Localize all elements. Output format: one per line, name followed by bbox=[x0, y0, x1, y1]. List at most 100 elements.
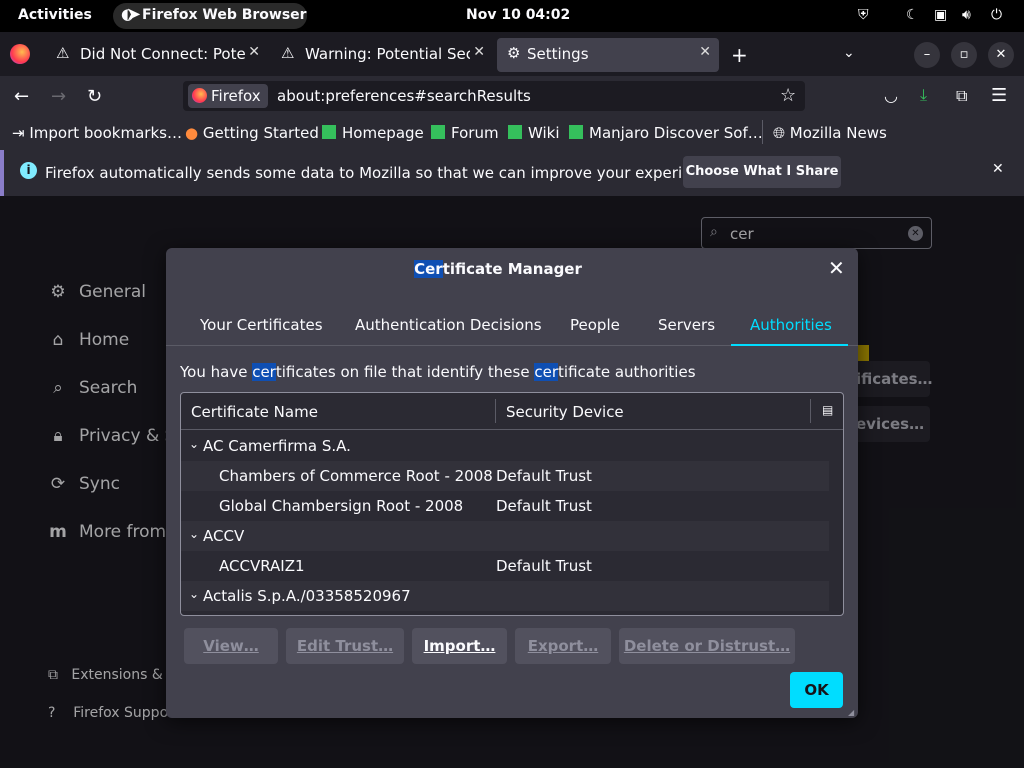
new-tab-icon[interactable]: + bbox=[731, 43, 748, 67]
extensions-icon[interactable]: ⧉ bbox=[956, 86, 967, 106]
authorities-description: You have certificates on file that ident… bbox=[180, 363, 696, 381]
column-separator bbox=[495, 399, 496, 423]
bookmark-separator bbox=[762, 120, 763, 144]
tree-row[interactable]: Chambers of Commerce Root - 2008 Default… bbox=[181, 461, 829, 491]
warning-icon: ⚠ bbox=[56, 44, 70, 62]
close-notification-icon[interactable]: ✕ bbox=[992, 161, 1004, 177]
chevron-down-icon[interactable]: ⌄ bbox=[189, 437, 199, 451]
volume-icon[interactable]: 🔊︎ bbox=[962, 7, 971, 23]
cert-name: ACCVRAIZ1 bbox=[219, 557, 305, 575]
desc-highlight: cer bbox=[252, 363, 276, 381]
resize-grip-icon[interactable]: ◢ bbox=[848, 708, 854, 717]
clock[interactable]: Nov 10 04:02 bbox=[466, 7, 570, 23]
cert-name: Global Chambersign Root - 2008 bbox=[219, 497, 464, 515]
bookmark-getting-started[interactable]: ● Getting Started bbox=[185, 124, 319, 142]
close-tab-icon[interactable]: ✕ bbox=[699, 44, 711, 60]
bookmark-label: Wiki bbox=[528, 124, 560, 142]
bookmark-forum[interactable]: Forum bbox=[431, 124, 499, 142]
title-rest: tificate Manager bbox=[442, 260, 582, 278]
tree-row[interactable]: ⌄ AC Camerfirma S.A. bbox=[181, 431, 829, 461]
import-button[interactable]: Import… bbox=[412, 628, 507, 664]
tab-warning[interactable]: ⚠ Warning: Potential Secu ✕ bbox=[271, 38, 493, 72]
gear-icon: ⚙ bbox=[507, 44, 521, 62]
close-tab-icon[interactable]: ✕ bbox=[473, 44, 485, 60]
tab-servers[interactable]: Servers bbox=[658, 316, 715, 334]
close-tab-icon[interactable]: ✕ bbox=[248, 44, 260, 60]
night-light-icon[interactable]: ☾ bbox=[906, 7, 919, 23]
tab-settings[interactable]: ⚙ Settings ✕ bbox=[497, 38, 719, 72]
delete-or-distrust-button[interactable]: Delete or Distrust… bbox=[619, 628, 795, 664]
identity-label: Firefox bbox=[211, 87, 261, 105]
choose-what-i-share-button[interactable]: Choose What I Share bbox=[683, 156, 841, 188]
bookmark-homepage[interactable]: Homepage bbox=[322, 124, 424, 142]
certificate-tree[interactable]: Certificate Name Security Device ▤ ⌄ AC … bbox=[180, 392, 844, 616]
tree-row[interactable]: ⌄ ACCV bbox=[181, 521, 829, 551]
forward-icon[interactable]: → bbox=[51, 86, 66, 107]
selected-tab-indicator bbox=[731, 344, 848, 346]
bookmark-label: Getting Started bbox=[202, 124, 319, 142]
firefox-logo-icon bbox=[192, 88, 207, 103]
column-separator bbox=[810, 399, 811, 423]
column-picker-icon[interactable]: ▤ bbox=[822, 403, 833, 417]
cert-name: AC Camerfirma S.A. bbox=[203, 437, 351, 455]
tree-row[interactable]: ACCVRAIZ1 Default Trust bbox=[181, 551, 829, 581]
bookmark-label: Forum bbox=[451, 124, 499, 142]
bookmark-label: Homepage bbox=[342, 124, 424, 142]
cert-name: ACCV bbox=[203, 527, 245, 545]
chevron-down-icon[interactable]: ⌄ bbox=[189, 527, 199, 541]
download-icon[interactable]: ⤓ bbox=[920, 85, 927, 105]
minimize-icon[interactable]: – bbox=[914, 42, 940, 68]
bookmark-import[interactable]: ⇥ Import bookmarks… bbox=[12, 124, 182, 142]
reload-icon[interactable]: ↻ bbox=[87, 86, 102, 107]
firefox-icon: ● bbox=[185, 124, 199, 142]
view-button[interactable]: View… bbox=[184, 628, 278, 664]
chevron-down-icon[interactable]: ⌄ bbox=[189, 587, 199, 601]
screen-icon[interactable]: ▣ bbox=[934, 7, 947, 23]
menu-icon[interactable]: ☰ bbox=[991, 85, 1007, 106]
tree-row[interactable]: ⌄ Actalis S.p.A./03358520967 bbox=[181, 581, 829, 611]
warning-icon: ⚠ bbox=[281, 44, 295, 62]
bookmark-wiki[interactable]: Wiki bbox=[508, 124, 560, 142]
manjaro-icon bbox=[508, 125, 522, 139]
tab-authorities[interactable]: Authorities bbox=[750, 316, 832, 334]
info-icon: i bbox=[20, 162, 37, 179]
desc-highlight: cer bbox=[534, 363, 559, 381]
column-certificate-name[interactable]: Certificate Name bbox=[191, 403, 318, 421]
star-icon[interactable]: ☆ bbox=[780, 85, 796, 106]
tab-label: Warning: Potential Secu bbox=[305, 45, 470, 63]
ok-button[interactable]: OK bbox=[790, 672, 843, 708]
tab-authentication-decisions[interactable]: Authentication Decisions bbox=[355, 316, 542, 334]
cert-name: Actalis S.p.A./03358520967 bbox=[203, 587, 411, 605]
bookmark-label: Mozilla News bbox=[789, 124, 887, 142]
edit-trust-button[interactable]: Edit Trust… bbox=[286, 628, 404, 664]
notification-text: Firefox automatically sends some data to… bbox=[45, 164, 724, 182]
cert-device: Default Trust bbox=[496, 497, 592, 515]
tree-header: Certificate Name Security Device ▤ bbox=[181, 393, 843, 430]
certificate-manager-dialog: Certificate Manager ✕ Your Certificates … bbox=[166, 248, 858, 718]
list-tabs-icon[interactable]: ⌄ bbox=[843, 45, 855, 61]
tab-did-not-connect[interactable]: ⚠ Did Not Connect: Potent ✕ bbox=[46, 38, 268, 72]
tab-your-certificates[interactable]: Your Certificates bbox=[200, 316, 323, 334]
shield-icon[interactable]: ⛨ bbox=[858, 7, 869, 23]
title-highlight: Cer bbox=[414, 260, 443, 278]
import-icon: ⇥ bbox=[12, 124, 25, 142]
column-security-device[interactable]: Security Device bbox=[506, 403, 624, 421]
tree-row[interactable]: Global Chambersign Root - 2008 Default T… bbox=[181, 491, 829, 521]
bookmark-manjaro-discover[interactable]: Manjaro Discover Sof… bbox=[569, 124, 763, 142]
desc-text: tificate authorities bbox=[558, 363, 696, 381]
cert-device: Default Trust bbox=[496, 557, 592, 575]
bookmark-label: Manjaro Discover Sof… bbox=[589, 124, 763, 142]
close-window-icon[interactable]: ✕ bbox=[988, 42, 1014, 68]
manjaro-icon bbox=[569, 125, 583, 139]
activities-button[interactable]: Activities bbox=[18, 7, 92, 23]
tab-people[interactable]: People bbox=[570, 316, 620, 334]
pocket-icon[interactable]: ◡ bbox=[884, 86, 898, 105]
maximize-icon[interactable]: ▫ bbox=[951, 42, 977, 68]
bookmark-mozilla-news[interactable]: 🌐︎ Mozilla News bbox=[773, 124, 887, 142]
export-button[interactable]: Export… bbox=[515, 628, 611, 664]
url-input[interactable]: about:preferences#searchResults bbox=[277, 87, 531, 105]
power-icon[interactable]: ⏻ bbox=[991, 7, 1002, 23]
close-dialog-icon[interactable]: ✕ bbox=[828, 256, 845, 280]
back-icon[interactable]: ← bbox=[14, 86, 29, 107]
firefox-view-icon[interactable] bbox=[10, 44, 30, 64]
